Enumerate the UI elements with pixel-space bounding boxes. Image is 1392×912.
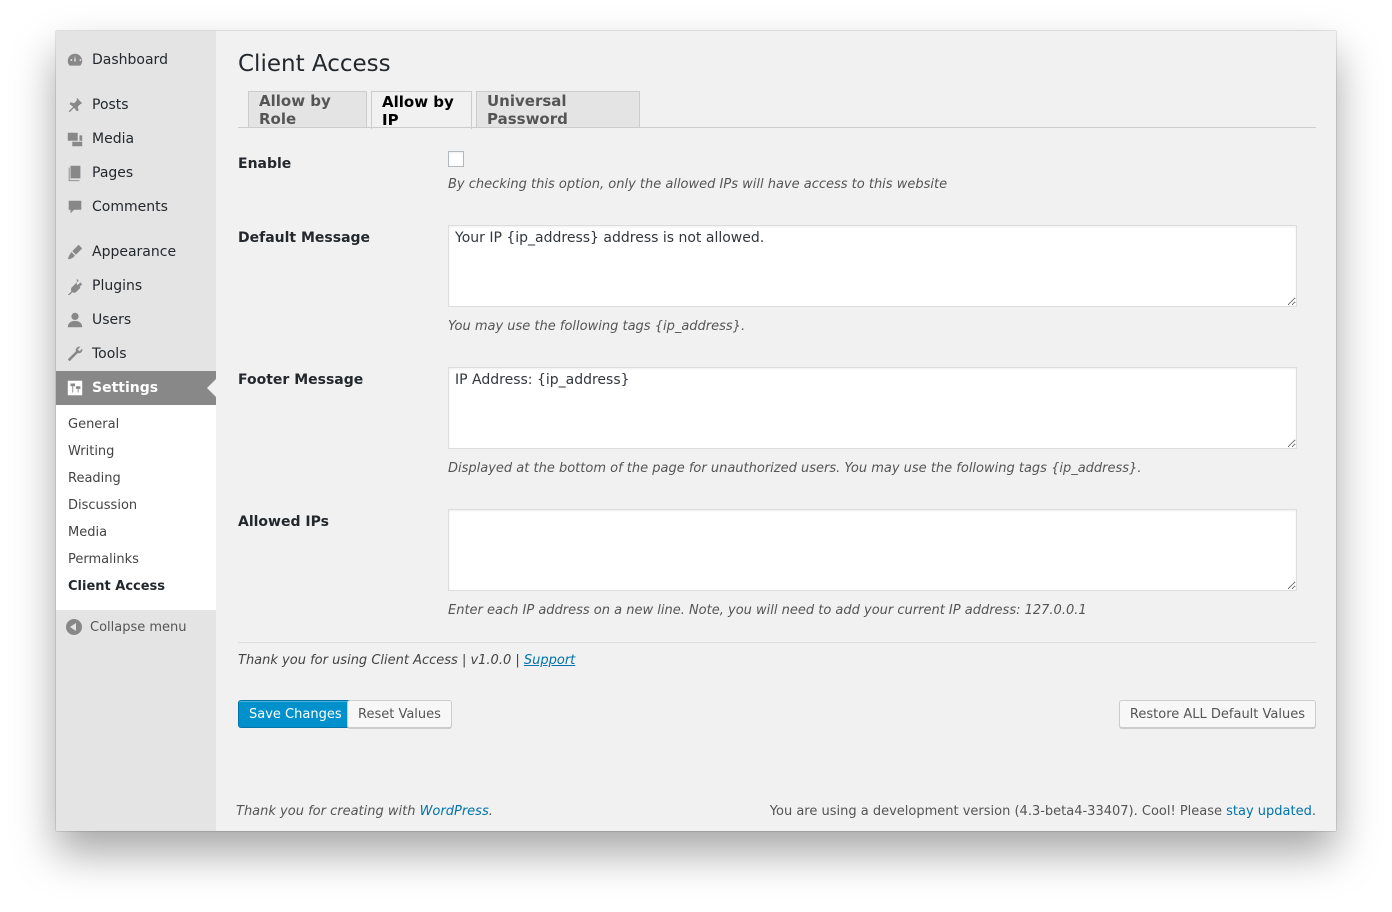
settings-submenu: General Writing Reading Discussion Media… bbox=[56, 405, 216, 610]
plug-icon bbox=[65, 276, 85, 296]
tab-divider bbox=[238, 127, 1316, 128]
page-title: Client Access bbox=[238, 51, 391, 77]
submenu-item-reading[interactable]: Reading bbox=[68, 471, 121, 486]
enable-label: Enable bbox=[238, 156, 292, 172]
pin-icon bbox=[65, 95, 85, 115]
wordpress-link[interactable]: WordPress bbox=[420, 804, 489, 819]
sidebar-item-comments[interactable]: Comments bbox=[56, 190, 216, 224]
allowed-ips-label: Allowed IPs bbox=[238, 514, 329, 530]
plugin-credit-text: Thank you for using Client Access | v1.0… bbox=[238, 653, 524, 668]
restore-defaults-button[interactable]: Restore ALL Default Values bbox=[1118, 700, 1316, 728]
footer-credit-end: . bbox=[488, 804, 493, 819]
user-icon bbox=[65, 310, 85, 330]
sidebar-item-label: Users bbox=[92, 312, 132, 328]
default-message-label: Default Message bbox=[238, 230, 371, 246]
enable-checkbox[interactable] bbox=[448, 151, 464, 167]
sidebar-item-tools[interactable]: Tools bbox=[56, 337, 216, 371]
sidebar-item-label: Posts bbox=[92, 97, 129, 113]
sidebar-item-label: Media bbox=[92, 131, 135, 147]
sidebar-item-label: Settings bbox=[92, 380, 159, 396]
sidebar-item-media[interactable]: Media bbox=[56, 122, 216, 156]
version-end: . bbox=[1311, 804, 1316, 819]
admin-sidebar: Dashboard Posts Media Pages Comments App… bbox=[56, 31, 216, 831]
submenu-item-media[interactable]: Media bbox=[68, 525, 107, 540]
sidebar-item-settings[interactable]: Settings bbox=[56, 371, 216, 405]
reset-values-button[interactable]: Reset Values bbox=[347, 700, 452, 728]
wp-footer-credit: Thank you for creating with WordPress. bbox=[236, 804, 493, 819]
sidebar-item-dashboard[interactable]: Dashboard bbox=[56, 43, 216, 77]
version-text: You are using a development version (4.3… bbox=[769, 804, 1227, 819]
submenu-item-writing[interactable]: Writing bbox=[68, 444, 114, 459]
enable-description: By checking this option, only the allowe… bbox=[448, 177, 948, 192]
sidebar-item-users[interactable]: Users bbox=[56, 303, 216, 337]
collapse-menu-label: Collapse menu bbox=[90, 619, 187, 635]
media-icon bbox=[65, 129, 85, 149]
wp-footer-version: You are using a development version (4.3… bbox=[770, 804, 1316, 819]
sidebar-item-pages[interactable]: Pages bbox=[56, 156, 216, 190]
allowed-ips-textarea[interactable] bbox=[448, 509, 1297, 591]
section-divider bbox=[238, 642, 1316, 643]
footer-message-description: Displayed at the bottom of the page for … bbox=[448, 461, 1142, 476]
allowed-ips-description: Enter each IP address on a new line. Not… bbox=[448, 603, 1087, 618]
save-changes-button[interactable]: Save Changes bbox=[238, 700, 353, 728]
tab-allow-by-role[interactable]: Allow by Role bbox=[248, 91, 367, 128]
sidebar-item-label: Appearance bbox=[92, 244, 177, 260]
sidebar-item-label: Dashboard bbox=[92, 52, 168, 68]
pages-icon bbox=[65, 163, 85, 183]
submenu-item-general[interactable]: General bbox=[68, 417, 119, 432]
footer-message-textarea[interactable]: IP Address: {ip_address} bbox=[448, 367, 1297, 449]
app-window: Dashboard Posts Media Pages Comments App… bbox=[56, 31, 1336, 831]
plugin-credit: Thank you for using Client Access | v1.0… bbox=[238, 653, 575, 668]
comment-icon bbox=[65, 197, 85, 217]
collapse-menu-button[interactable]: Collapse menu bbox=[56, 617, 216, 637]
sidebar-item-label: Pages bbox=[92, 165, 134, 181]
tab-universal-password[interactable]: Universal Password bbox=[476, 91, 640, 128]
wrench-icon bbox=[65, 344, 85, 364]
submenu-item-client-access[interactable]: Client Access bbox=[68, 579, 165, 594]
sidebar-item-label: Plugins bbox=[92, 278, 143, 294]
collapse-arrow-icon bbox=[66, 619, 82, 635]
brush-icon bbox=[65, 242, 85, 262]
footer-message-label: Footer Message bbox=[238, 372, 364, 388]
sidebar-item-plugins[interactable]: Plugins bbox=[56, 269, 216, 303]
sidebar-item-appearance[interactable]: Appearance bbox=[56, 235, 216, 269]
tab-allow-by-ip[interactable]: Allow by IP bbox=[371, 91, 472, 129]
settings-icon bbox=[65, 378, 85, 398]
dashboard-icon bbox=[65, 50, 85, 70]
stay-updated-link[interactable]: stay updated bbox=[1226, 804, 1312, 819]
support-link[interactable]: Support bbox=[524, 653, 575, 668]
default-message-textarea[interactable]: Your IP {ip_address} address is not allo… bbox=[448, 225, 1297, 307]
default-message-description: You may use the following tags {ip_addre… bbox=[448, 319, 746, 334]
sidebar-item-posts[interactable]: Posts bbox=[56, 88, 216, 122]
submenu-item-discussion[interactable]: Discussion bbox=[68, 498, 137, 513]
footer-credit-text: Thank you for creating with bbox=[236, 804, 420, 819]
submenu-item-permalinks[interactable]: Permalinks bbox=[68, 552, 139, 567]
sidebar-item-label: Comments bbox=[92, 199, 168, 215]
sidebar-item-label: Tools bbox=[92, 346, 127, 362]
main-content: Client Access Allow by Role Allow by IP … bbox=[238, 31, 1316, 831]
